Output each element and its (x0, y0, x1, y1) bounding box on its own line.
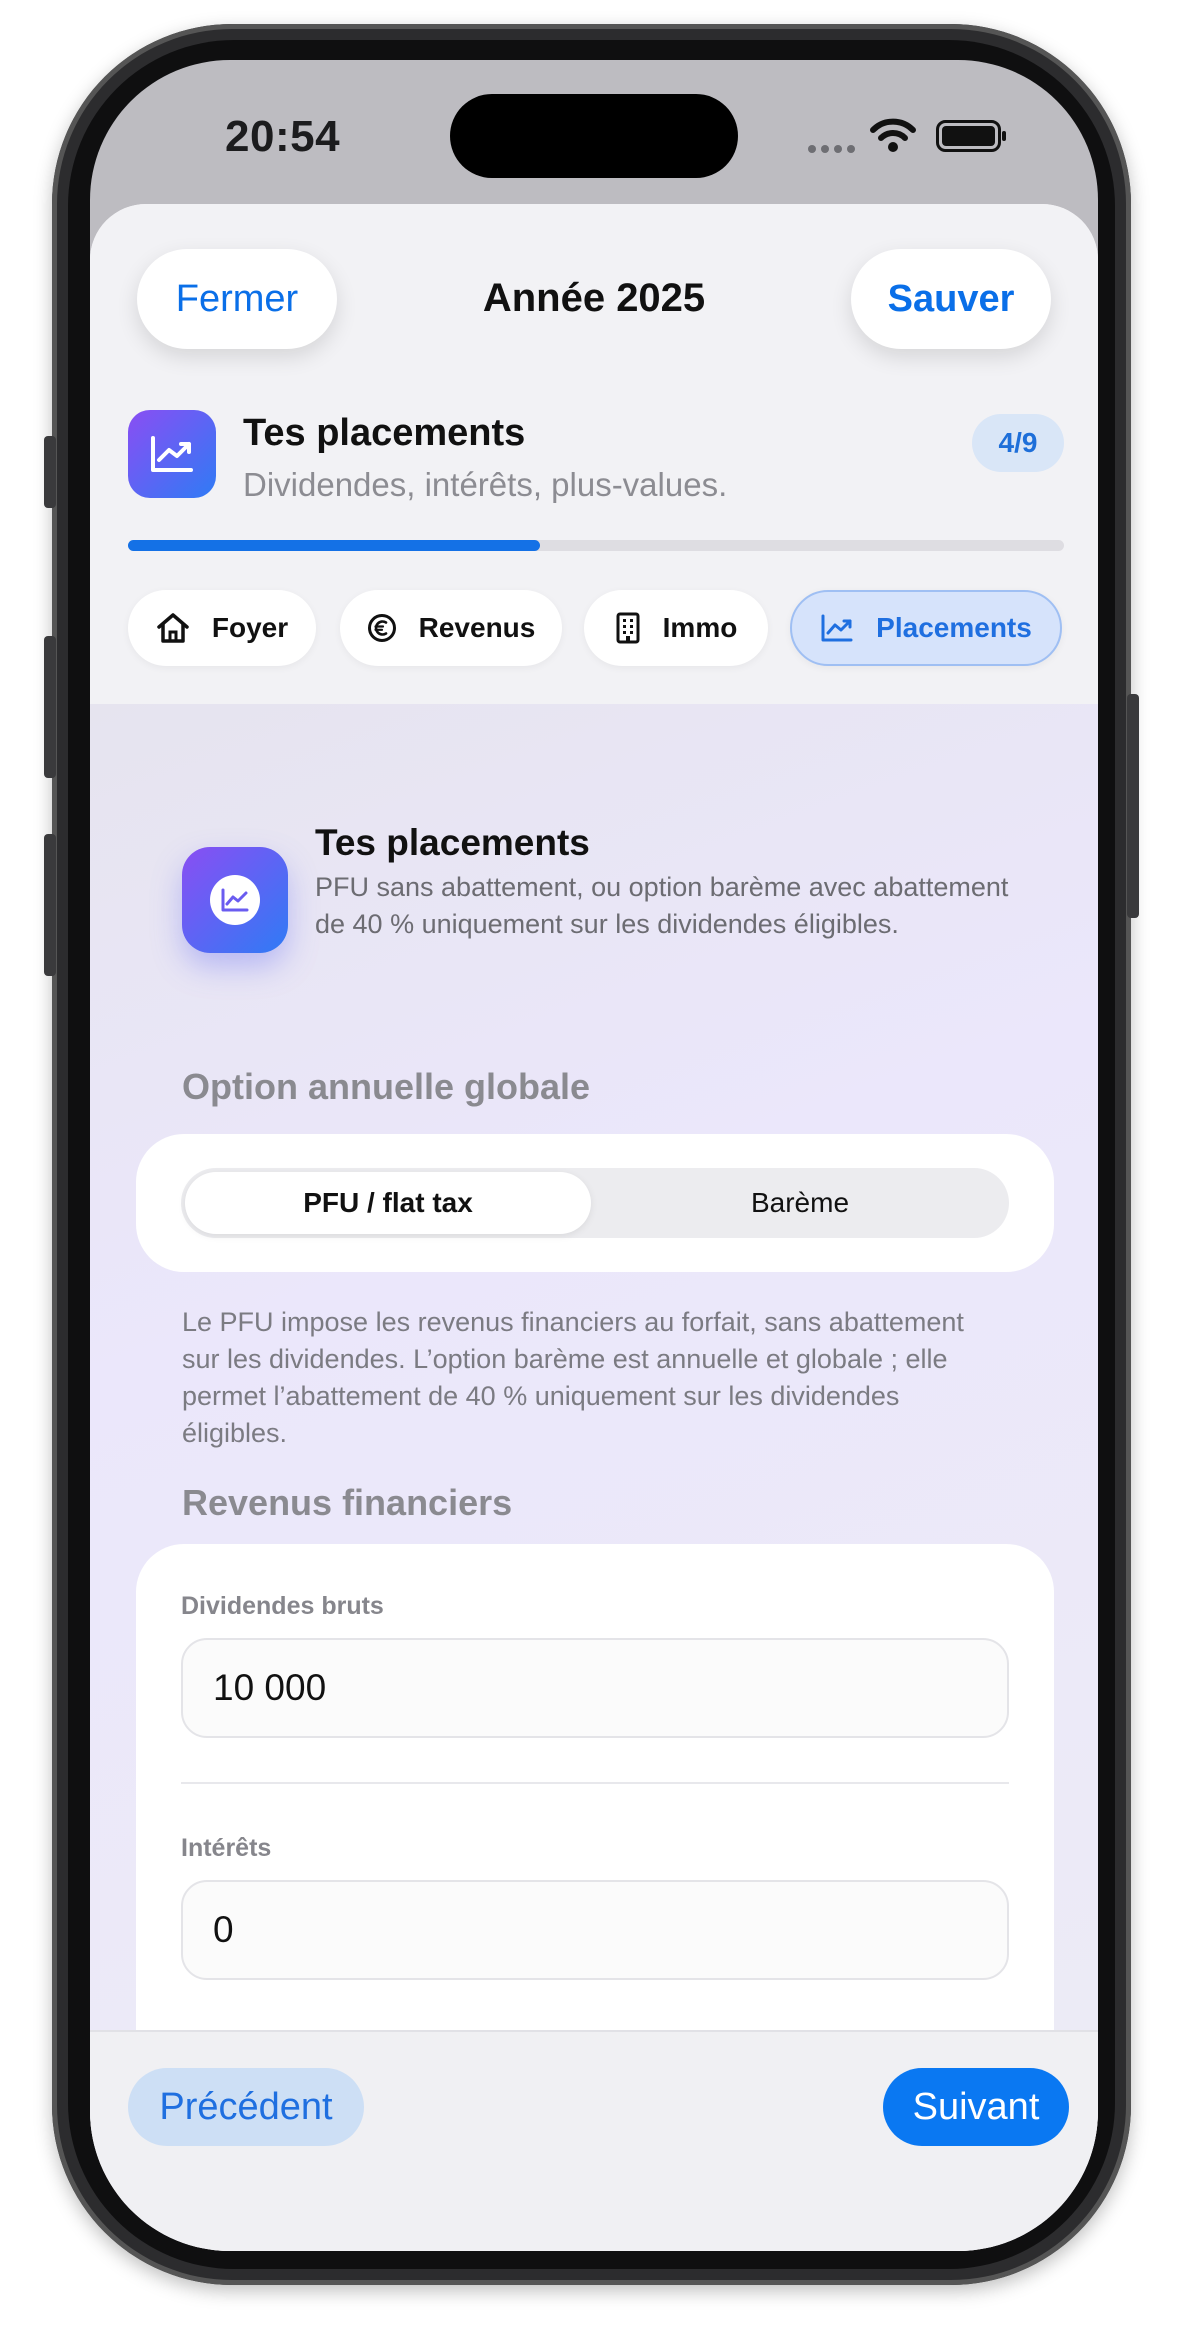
volume-down-button (44, 834, 56, 976)
phone-screen: 20:54 Fermer Année 2025 Sauver Tes place… (90, 60, 1098, 2251)
next-button[interactable]: Suivant (883, 2068, 1069, 2146)
house-icon (157, 613, 189, 643)
chip-foyer[interactable]: Foyer (128, 590, 316, 666)
option-card: PFU / flat tax Barème (136, 1134, 1054, 1272)
save-button[interactable]: Sauver (851, 249, 1051, 349)
option-note: Le PFU impose les revenus financiers au … (182, 1307, 964, 1448)
intro-description: PFU sans abattement, ou option barème av… (315, 872, 1009, 939)
building-icon (616, 612, 640, 644)
chip-placements[interactable]: Placements (790, 590, 1062, 666)
dividends-label: Dividendes bruts (181, 1592, 384, 1620)
previous-button[interactable]: Précédent (128, 2068, 364, 2146)
chip-label: Immo (662, 612, 738, 643)
euro-icon (367, 614, 396, 642)
sheet-header: Fermer Année 2025 Sauver Tes placements … (90, 204, 1098, 704)
investments-icon (182, 847, 288, 953)
step-subtitle: Dividendes, intérêts, plus-values. (243, 466, 728, 503)
income-card: Dividendes bruts 10 000 Intérêts 0 (136, 1544, 1054, 2030)
action-button (44, 436, 56, 508)
battery-icon (936, 120, 1006, 152)
chip-label: Foyer (211, 612, 289, 643)
option-section-label: Option annuelle globale (182, 1066, 591, 1107)
segment-bareme[interactable]: Barème (595, 1172, 1005, 1234)
signal-dots-icon (808, 140, 860, 153)
field-divider (181, 1782, 1009, 1784)
step-counter-badge: 4/9 (972, 414, 1064, 472)
power-button (1127, 694, 1139, 918)
tax-option-segmented-control: PFU / flat tax Barème (181, 1168, 1009, 1238)
chart-icon (128, 410, 216, 498)
dynamic-island (450, 94, 738, 178)
interests-label: Intérêts (181, 1834, 272, 1862)
volume-up-button (44, 636, 56, 778)
bottom-navigation-bar: Précédent Suivant (90, 2030, 1098, 2251)
interests-input[interactable]: 0 (181, 1880, 1009, 1980)
step-progress-bar (128, 540, 1064, 551)
chip-revenus[interactable]: Revenus (340, 590, 562, 666)
wifi-icon (870, 118, 916, 152)
intro-title: Tes placements (315, 822, 590, 863)
step-title: Tes placements (243, 412, 526, 454)
chart-icon (821, 614, 853, 642)
step-progress-fill (128, 540, 540, 551)
dividends-input[interactable]: 10 000 (181, 1638, 1009, 1738)
year-sheet: Fermer Année 2025 Sauver Tes placements … (90, 204, 1098, 2251)
income-section-label: Revenus financiers (182, 1482, 513, 1523)
chip-immo[interactable]: Immo (584, 590, 768, 666)
chip-label: Placements (876, 612, 1032, 643)
chip-label: Revenus (418, 612, 536, 643)
status-time: 20:54 (225, 112, 341, 161)
segment-pfu[interactable]: PFU / flat tax (185, 1172, 591, 1234)
scroll-content[interactable]: Tes placements PFU sans abattement, ou o… (90, 704, 1098, 2030)
